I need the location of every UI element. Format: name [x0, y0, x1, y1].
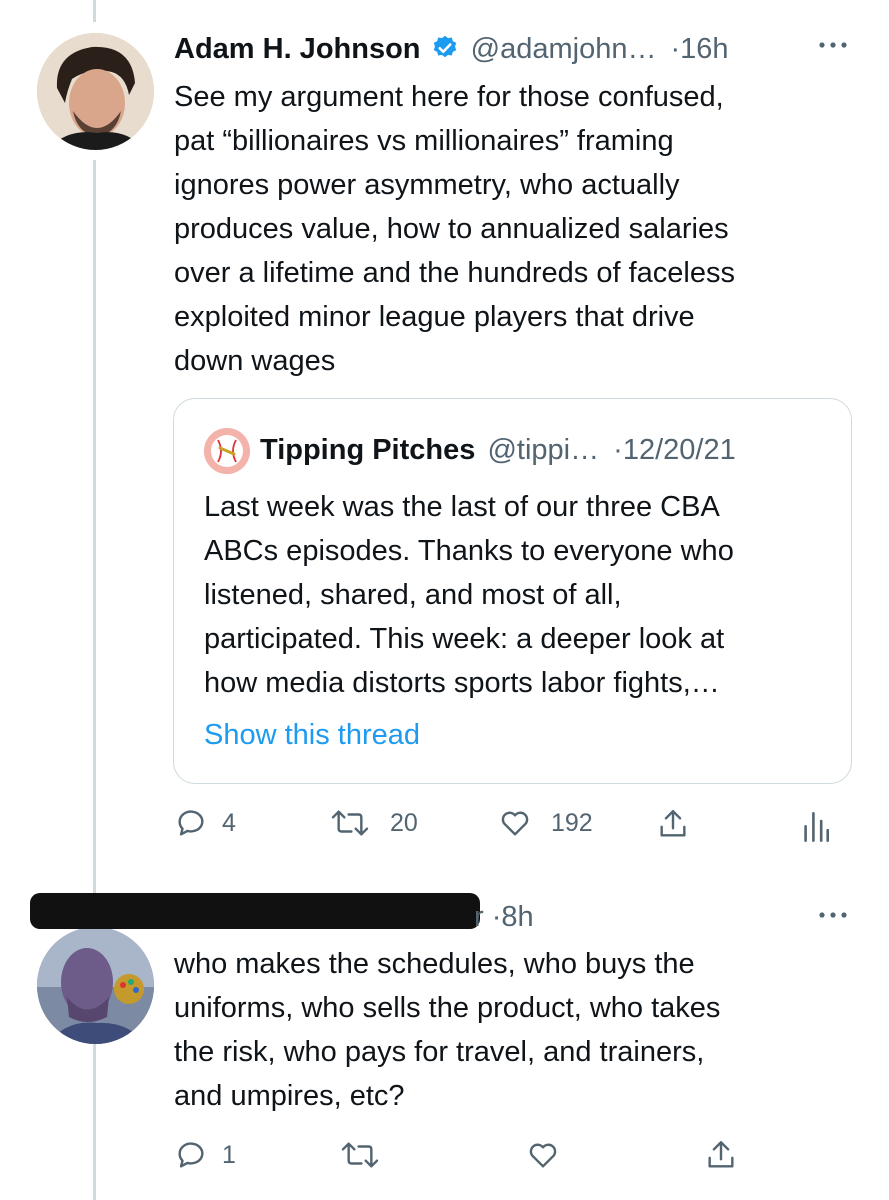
baseball-logo-icon [204, 428, 250, 474]
tweet-text-line: the risk, who pays for travel, and train… [174, 1036, 705, 1068]
tweet-text: See my argument here for those confused,… [174, 75, 864, 383]
share-button[interactable] [704, 1137, 738, 1173]
heart-icon [501, 811, 529, 836]
quote-avatar[interactable] [204, 428, 250, 474]
author-handle[interactable]: @adamjohn… [471, 33, 657, 65]
quote-text-line: listened, shared, and most of all, [204, 579, 622, 611]
more-options-icon[interactable] [818, 38, 848, 57]
more-options-icon[interactable] [818, 908, 848, 927]
reply-count: 1 [222, 1140, 236, 1169]
heart-icon [529, 1143, 557, 1168]
quote-tweet-card[interactable]: Tipping Pitches @tippi… ·12/20/21 Last w… [173, 398, 852, 784]
tweet-header: r ·8h [474, 900, 534, 934]
tweet-text-line: See my argument here for those confused, [174, 81, 724, 113]
quote-text-line: Last week was the last of our three CBA [204, 491, 720, 523]
quote-text: Last week was the last of our three CBA … [204, 485, 844, 757]
verified-badge-icon [431, 34, 459, 70]
tweet-text-line: who makes the schedules, who buys the [174, 948, 695, 980]
avatar[interactable] [37, 33, 154, 150]
thread-line [93, 160, 96, 1200]
tweet-header: Adam H. Johnson @adamjohn… ·16h [174, 32, 729, 70]
like-count: 192 [551, 808, 593, 837]
tweet-time[interactable]: ·16h [671, 33, 729, 65]
avatar[interactable] [37, 927, 154, 1044]
quote-time[interactable]: ·12/20/21 [613, 434, 736, 466]
tweet-time[interactable]: ·8h [492, 901, 534, 933]
analytics-icon [804, 812, 829, 842]
tweet-text: who makes the schedules, who buys the un… [174, 942, 864, 1118]
tweet-text-line: exploited minor league players that driv… [174, 301, 695, 333]
reply-button[interactable]: 4 [174, 806, 236, 840]
reply-button[interactable]: 1 [174, 1138, 236, 1172]
analytics-button[interactable] [803, 808, 829, 842]
quote-text-line: how media distorts sports labor fights,… [204, 667, 720, 699]
share-button[interactable] [656, 806, 690, 842]
quote-author-name[interactable]: Tipping Pitches [260, 434, 475, 466]
quote-author-handle[interactable]: @tippi… [487, 434, 599, 466]
share-icon [660, 810, 686, 837]
tweet-text-line: pat “billionaires vs millionaires” frami… [174, 125, 674, 157]
retweet-button[interactable]: 20 [330, 806, 418, 840]
quote-text-line: participated. This week: a deeper look a… [204, 623, 725, 655]
quote-text-line: ABCs episodes. Thanks to everyone who [204, 535, 734, 567]
tweet-text-line: ignores power asymmetry, who actually [174, 169, 680, 201]
like-button[interactable]: 192 [497, 806, 593, 840]
reply-count: 4 [222, 808, 236, 837]
avatar-image [37, 33, 154, 150]
retweet-icon [331, 810, 369, 836]
retweet-count: 20 [390, 808, 418, 837]
author-name[interactable]: Adam H. Johnson [174, 33, 421, 65]
tweet-text-line: produces value, how to annualized salari… [174, 213, 729, 245]
retweet-button[interactable] [340, 1138, 380, 1172]
reply-icon [178, 1142, 204, 1168]
quote-header: Tipping Pitches @tippi… ·12/20/21 [260, 433, 736, 467]
author-handle-fragment[interactable]: r [474, 901, 484, 933]
share-icon [708, 1141, 734, 1168]
show-thread-link[interactable]: Show this thread [204, 713, 844, 757]
tweet-text-line: and umpires, etc? [174, 1080, 405, 1112]
tweet-text-line: uniforms, who sells the product, who tak… [174, 992, 721, 1024]
tweet-text-line: over a lifetime and the hundreds of face… [174, 257, 735, 289]
reply-icon [178, 810, 204, 836]
retweet-icon [341, 1142, 379, 1168]
like-button[interactable] [525, 1138, 561, 1172]
tweet-text-line: down wages [174, 345, 336, 377]
thread-line-top [93, 0, 96, 22]
redacted-name [30, 893, 480, 929]
avatar-image [37, 927, 154, 1044]
